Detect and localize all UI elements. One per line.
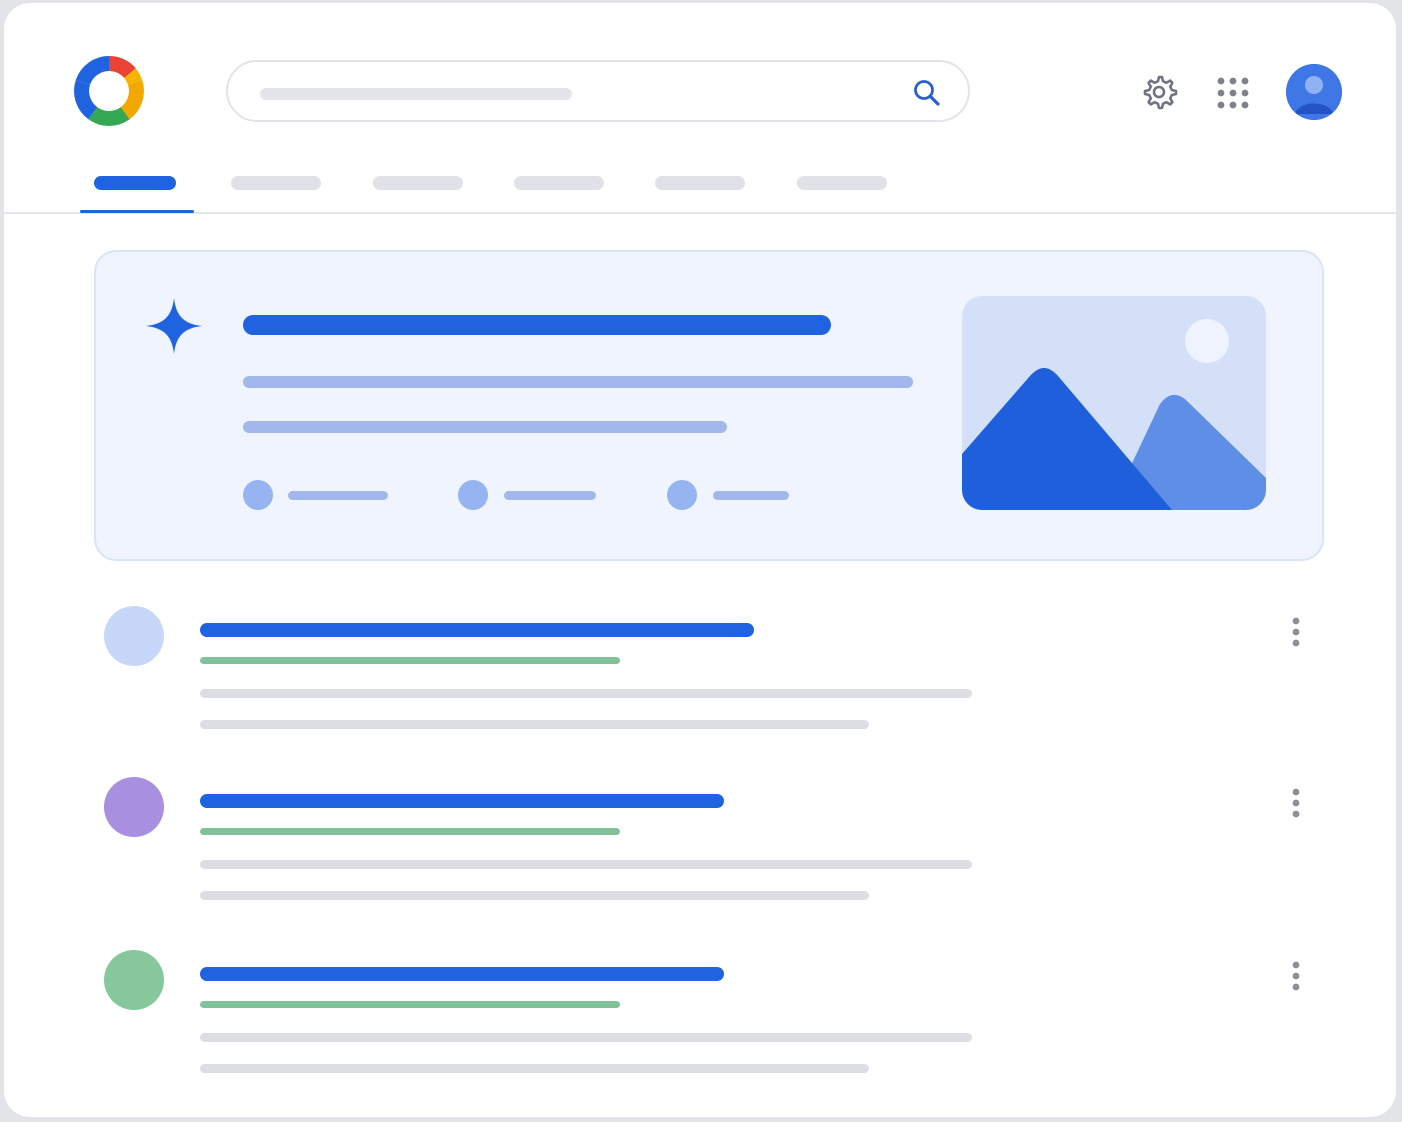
tab-2[interactable] [231, 176, 321, 190]
ai-overview-card [94, 250, 1324, 561]
search-icon[interactable] [912, 78, 942, 108]
source-label-3[interactable] [713, 491, 789, 500]
result-title[interactable] [200, 967, 724, 981]
result-snippet-line-1 [200, 860, 972, 869]
sparkle-icon [142, 294, 206, 358]
source-label-1[interactable] [288, 491, 388, 500]
result-favicon[interactable] [104, 777, 164, 837]
result-title[interactable] [200, 794, 724, 808]
result-url [200, 657, 620, 664]
result-favicon[interactable] [104, 606, 164, 666]
overview-line-1 [243, 376, 913, 388]
result-title[interactable] [200, 623, 754, 637]
result-snippet-line-1 [200, 1033, 972, 1042]
source-icon-3[interactable] [667, 480, 697, 510]
tab-5[interactable] [655, 176, 745, 190]
search-result [104, 606, 1324, 736]
tab-4[interactable] [514, 176, 604, 190]
result-snippet-line-2 [200, 720, 869, 729]
source-icon-2[interactable] [458, 480, 488, 510]
result-snippet-line-2 [200, 1064, 869, 1073]
logo-icon[interactable] [72, 54, 146, 128]
result-snippet-line-2 [200, 891, 869, 900]
result-url [200, 828, 620, 835]
search-placeholder-text [260, 88, 572, 100]
tab-6[interactable] [797, 176, 887, 190]
apps-grid-icon[interactable] [1216, 76, 1250, 110]
search-result [104, 950, 1324, 1080]
header-divider [4, 212, 1396, 214]
landscape-image-icon[interactable] [962, 296, 1266, 510]
gear-icon[interactable] [1140, 73, 1178, 111]
active-tab-indicator [80, 210, 194, 213]
source-icon-1[interactable] [243, 480, 273, 510]
search-input[interactable] [226, 60, 970, 122]
source-label-2[interactable] [504, 491, 596, 500]
tab-3[interactable] [373, 176, 463, 190]
avatar-icon[interactable] [1286, 64, 1342, 120]
browser-window [4, 3, 1396, 1117]
more-options-icon[interactable] [1286, 783, 1306, 823]
overview-title [243, 315, 831, 335]
more-options-icon[interactable] [1286, 612, 1306, 652]
search-result [104, 777, 1324, 907]
result-url [200, 1001, 620, 1008]
overview-line-2 [243, 421, 727, 433]
result-snippet-line-1 [200, 689, 972, 698]
more-options-icon[interactable] [1286, 956, 1306, 996]
result-favicon[interactable] [104, 950, 164, 1010]
tab-all[interactable] [94, 176, 176, 190]
